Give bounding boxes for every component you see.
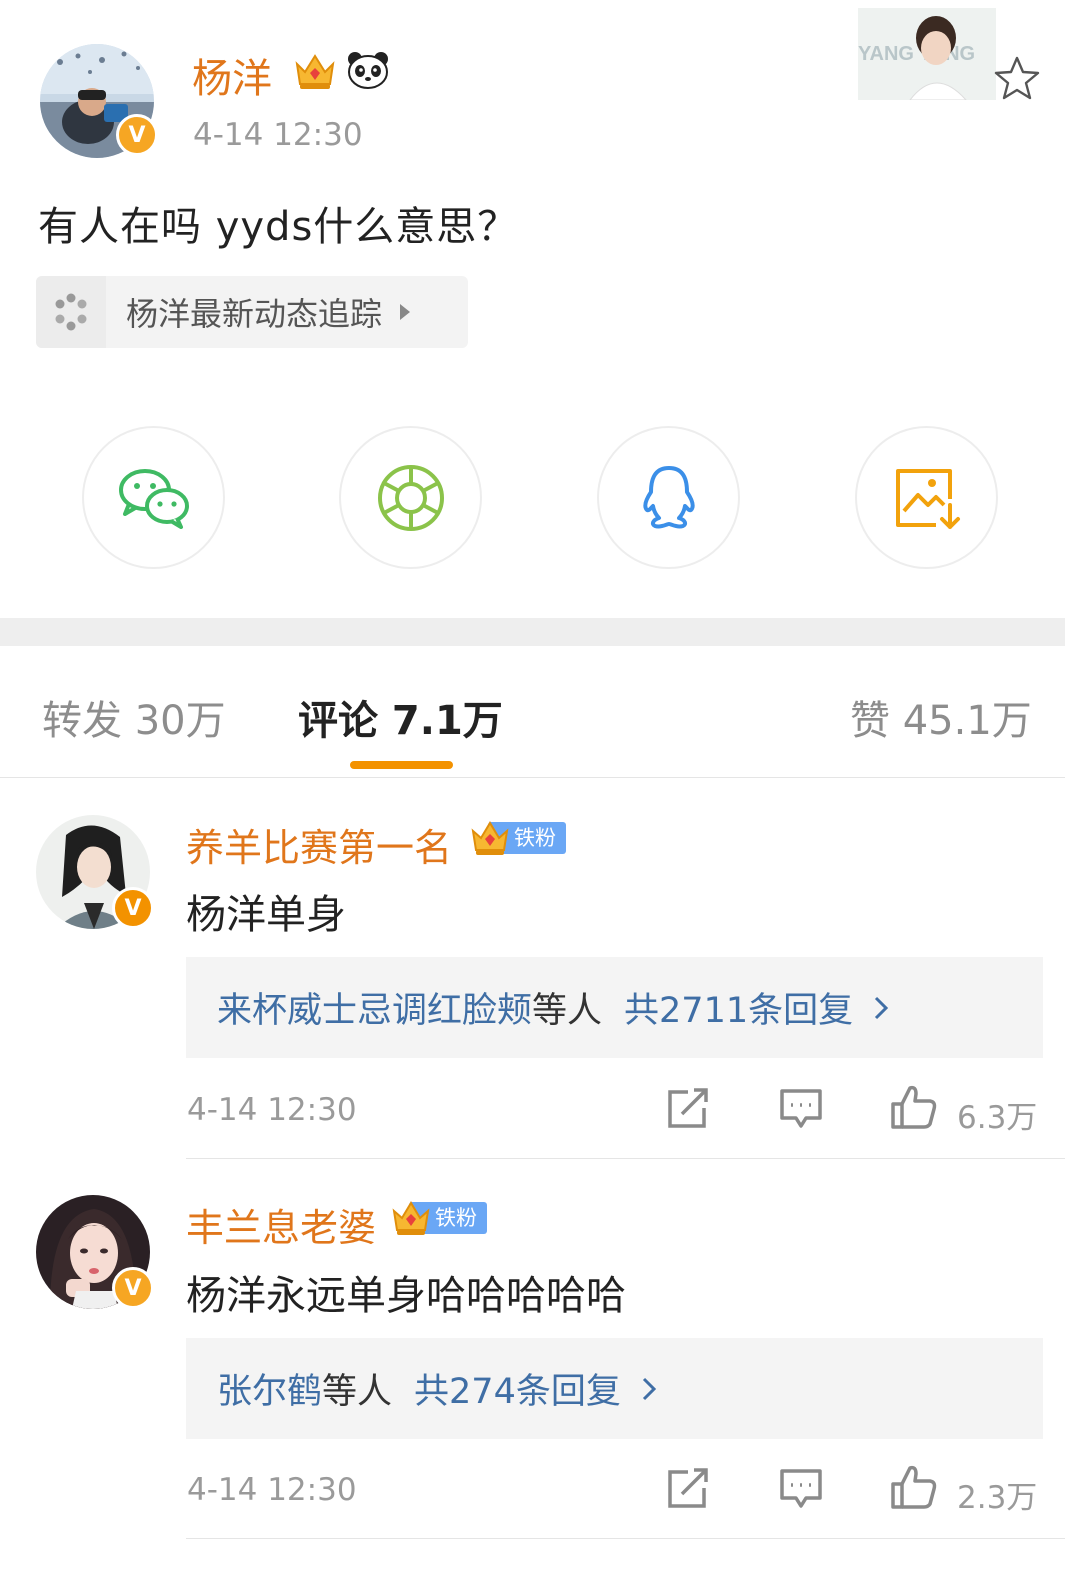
share-moments-button[interactable] xyxy=(339,426,482,569)
commenter-avatar[interactable]: V xyxy=(36,1195,154,1309)
commenter-name[interactable]: 养羊比赛第一名 xyxy=(186,817,452,872)
chevron-right-icon xyxy=(642,1377,656,1400)
reply-summary[interactable]: 张尔鹤 等人 共274条回复 xyxy=(186,1338,1043,1439)
post-text: 有人在吗 yyds什么意思？ xyxy=(38,204,519,250)
like-count: 2.3万 xyxy=(957,1480,1038,1516)
tab-repost[interactable]: 转发 30万 xyxy=(42,688,226,746)
card-background-thumbnail[interactable]: YANG YANG xyxy=(858,8,996,101)
comment-icon[interactable] xyxy=(779,1088,823,1130)
comment-timestamp: 4-14 12:30 xyxy=(187,1472,357,1508)
comment-text: 杨洋永远单身哈哈哈哈哈 xyxy=(186,1273,626,1319)
iron-fan-badge: 铁粉 xyxy=(470,820,566,856)
active-tab-indicator xyxy=(350,761,453,769)
share-wechat-button[interactable] xyxy=(82,426,225,569)
card-thumb-text: YANG YANG xyxy=(858,43,975,65)
panda-icon xyxy=(348,52,388,89)
like-thumbs-up-icon[interactable] xyxy=(890,1464,938,1510)
comment-divider xyxy=(186,1538,1065,1539)
reply-users-suffix: 等人 xyxy=(532,991,603,1031)
loading-dots-icon xyxy=(55,293,87,331)
chevron-right-icon xyxy=(875,996,889,1019)
poster-avatar[interactable]: V xyxy=(40,44,158,158)
comment-icon[interactable] xyxy=(779,1468,823,1510)
like-count: 6.3万 xyxy=(957,1100,1038,1136)
vip-crown-icon xyxy=(295,54,335,89)
moments-icon xyxy=(377,464,444,531)
save-image-icon xyxy=(895,468,960,529)
commenter-avatar[interactable]: V xyxy=(36,815,154,929)
reply-users-suffix: 等人 xyxy=(322,1372,393,1412)
commenter-name[interactable]: 丰兰息老婆 xyxy=(186,1197,376,1252)
verified-badge-icon: V xyxy=(112,1267,154,1309)
repost-icon[interactable] xyxy=(666,1088,710,1130)
repost-icon[interactable] xyxy=(666,1468,710,1510)
topic-chip-icon-box xyxy=(36,276,106,348)
tabs-divider xyxy=(0,777,1065,778)
tab-likes[interactable]: 赞 45.1万 xyxy=(850,688,1032,746)
wechat-icon xyxy=(118,468,189,529)
comment-timestamp: 4-14 12:30 xyxy=(187,1092,357,1128)
reply-users[interactable]: 来杯威士忌调红脸颊 xyxy=(217,982,532,1033)
topic-chip[interactable]: 杨洋最新动态追踪 xyxy=(36,276,468,348)
tab-comments[interactable]: 评论 7.1万 xyxy=(298,688,503,746)
reply-summary[interactable]: 来杯威士忌调红脸颊 等人 共2711条回复 xyxy=(186,957,1043,1058)
reply-users[interactable]: 张尔鹤 xyxy=(217,1363,322,1414)
iron-fan-badge: 铁粉 xyxy=(391,1200,487,1236)
share-qq-button[interactable] xyxy=(597,426,740,569)
fan-crown-icon xyxy=(392,1201,430,1235)
save-image-button[interactable] xyxy=(855,426,998,569)
verified-badge-icon: V xyxy=(116,114,158,156)
qq-icon xyxy=(642,465,695,529)
comment-text: 杨洋单身 xyxy=(186,892,346,938)
fan-crown-icon xyxy=(471,821,509,855)
section-divider xyxy=(0,618,1065,646)
reply-count[interactable]: 共2711条回复 xyxy=(624,982,853,1033)
verified-badge-icon: V xyxy=(112,887,154,929)
topic-chip-label: 杨洋最新动态追踪 xyxy=(126,295,383,333)
reply-count[interactable]: 共274条回复 xyxy=(414,1363,621,1414)
like-thumbs-up-icon[interactable] xyxy=(890,1084,938,1130)
post-timestamp: 4-14 12:30 xyxy=(193,117,363,153)
chevron-right-icon xyxy=(400,304,411,320)
favorite-star-icon[interactable] xyxy=(992,54,1042,104)
poster-name[interactable]: 杨洋 xyxy=(192,46,272,104)
comment-divider xyxy=(186,1158,1065,1159)
